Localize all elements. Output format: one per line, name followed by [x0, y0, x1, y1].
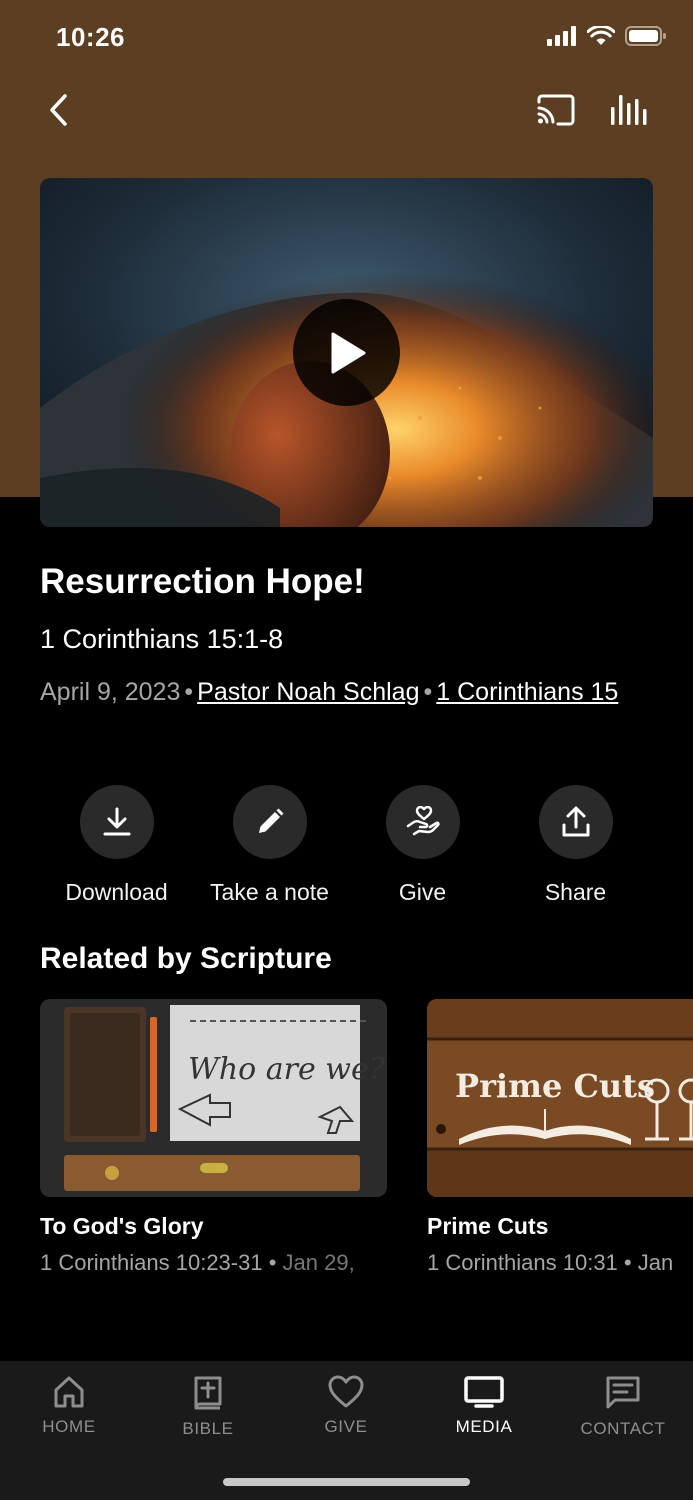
related-title: Prime Cuts: [427, 1213, 549, 1239]
chevron-left-icon: [50, 94, 67, 126]
take-note-label: Take a note: [210, 879, 329, 905]
play-button[interactable]: [293, 299, 400, 406]
thumbnail-text: Who are we?: [188, 1052, 386, 1087]
series-link[interactable]: 1 Corinthians 15: [436, 678, 618, 706]
related-card[interactable]: Prime Cuts Prime Cuts 1 Corinthians 10:3…: [427, 999, 693, 1276]
tab-give-label: GIVE: [324, 1417, 368, 1436]
tab-home[interactable]: HOME: [9, 1375, 129, 1437]
download-label: Download: [65, 879, 168, 905]
notebook-thumbnail-image: Who are we?: [40, 999, 387, 1197]
episode-passage: 1 Corinthians 15:1-8: [40, 624, 284, 654]
related-heading: Related by Scripture: [40, 942, 332, 975]
tab-give[interactable]: GIVE: [286, 1375, 406, 1437]
related-card[interactable]: Who are we? To God's Glory 1 Corinthians…: [40, 999, 387, 1276]
related-thumbnail: Who are we?: [40, 999, 387, 1197]
give-circle[interactable]: [385, 785, 460, 859]
share-label: Share: [544, 879, 607, 905]
related-passage: 1 Corinthians 10:31: [427, 1250, 618, 1275]
status-bar: 10:26: [0, 0, 693, 78]
bible-icon: [194, 1376, 222, 1410]
tab-bible[interactable]: BIBLE: [148, 1375, 268, 1439]
tab-media-label: MEDIA: [455, 1417, 513, 1436]
battery-icon: [625, 26, 666, 46]
status-time: 10:26: [56, 22, 125, 52]
episode-meta: April 9, 2023 • Pastor Noah Schlag • 1 Corin…: [40, 674, 660, 711]
heart-icon: [328, 1375, 364, 1408]
audio-bars-icon: [611, 95, 647, 125]
download-icon: [103, 807, 130, 836]
tab-media[interactable]: MEDIA: [424, 1375, 544, 1437]
related-thumbnail: Prime Cuts: [427, 999, 693, 1197]
give-button[interactable]: Give: [346, 785, 499, 906]
take-note-circle[interactable]: [232, 785, 307, 859]
related-carousel[interactable]: Who are we? To God's Glory 1 Corinthians…: [0, 999, 693, 1299]
give-hand-icon: [406, 806, 440, 836]
meta-separator: •: [623, 1250, 632, 1275]
home-indicator: [223, 1478, 470, 1486]
action-row: Download Take a note Give Share: [0, 785, 693, 915]
prime-cuts-thumbnail-image: Prime Cuts: [427, 999, 693, 1197]
meta-separator: •: [268, 1250, 277, 1275]
message-icon: [606, 1376, 640, 1409]
related-passage: 1 Corinthians 10:23-31: [40, 1250, 263, 1275]
share-circle[interactable]: [538, 785, 613, 859]
cast-button[interactable]: [530, 88, 582, 132]
share-button[interactable]: Share: [499, 785, 652, 906]
meta-separator: •: [423, 678, 433, 706]
share-icon: [562, 806, 589, 837]
speaker-link[interactable]: Pastor Noah Schlag: [197, 678, 419, 706]
home-icon: [54, 1376, 84, 1408]
tab-contact-label: CONTACT: [580, 1419, 666, 1438]
cellular-signal-icon: [547, 26, 576, 46]
episode-date: April 9, 2023: [40, 678, 181, 706]
video-player[interactable]: [40, 178, 653, 527]
tv-icon: [464, 1376, 504, 1408]
meta-separator: •: [184, 678, 194, 706]
tab-bible-label: BIBLE: [182, 1419, 234, 1438]
wifi-icon: [587, 26, 615, 45]
related-title: To God's Glory: [40, 1213, 204, 1239]
cast-icon: [537, 94, 575, 126]
audio-mode-button[interactable]: [604, 88, 656, 132]
tab-contact[interactable]: CONTACT: [563, 1375, 683, 1439]
related-subtitle: 1 Corinthians 10:31 • Jan: [427, 1250, 693, 1276]
status-icons: [547, 26, 667, 46]
play-icon: [331, 332, 365, 373]
episode-title: Resurrection Hope!: [40, 562, 365, 601]
give-label: Give: [398, 879, 447, 905]
take-note-button[interactable]: Take a note: [193, 785, 346, 906]
tab-home-label: HOME: [42, 1417, 96, 1436]
download-button[interactable]: Download: [40, 785, 193, 906]
back-button[interactable]: [36, 86, 80, 134]
related-date: Jan 29,: [282, 1250, 355, 1275]
pencil-icon: [258, 808, 283, 833]
download-circle[interactable]: [79, 785, 154, 859]
thumbnail-text: Prime Cuts: [455, 1067, 655, 1105]
related-date: Jan: [637, 1250, 674, 1275]
related-subtitle: 1 Corinthians 10:23-31 • Jan 29,: [40, 1250, 387, 1276]
